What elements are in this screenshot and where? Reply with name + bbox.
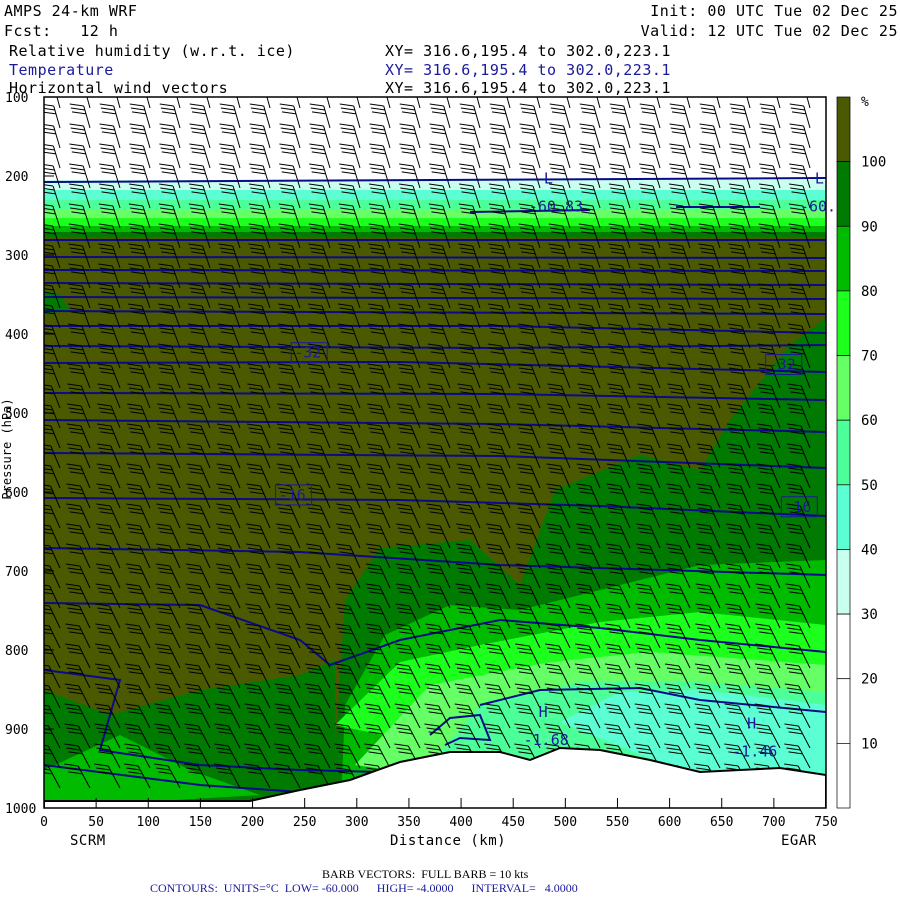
colorbar-label: 10 [861,736,878,752]
contour-extremum-value: -1.46 [732,743,777,761]
colorbar-label: 50 [861,478,878,494]
contour-label: -16 [784,498,811,516]
y-tick-label: 1000 [5,802,36,817]
contour-extremum-marker: L [544,170,553,188]
colorbar-bin [836,613,851,680]
cross-section-figure: AMPS 24-km WRF Init: 00 UTC Tue 02 Dec 2… [0,0,900,900]
y-tick-label: 800 [5,644,28,659]
barb-legend: BARB VECTORS: FULL BARB = 10 kts [322,867,529,881]
colorbar-label: 100 [861,155,886,171]
x-tick-label: 250 [293,815,316,830]
colorbar-unit: % [861,95,869,110]
colorbar-label: 70 [861,349,878,365]
x-tick-label: 350 [397,815,420,830]
left-endpoint: SCRM [70,833,106,849]
colorbar-label: 90 [861,219,878,235]
rh-band-40 [44,190,826,200]
rh-fill [44,97,826,808]
colorbar-bin [836,484,851,550]
x-tick-label: 0 [40,815,48,830]
contour-label: -32 [769,356,796,374]
y-tick-label: 200 [5,170,28,185]
x-tick-label: 700 [762,815,785,830]
x-tick-label: 450 [501,815,524,830]
colorbar: % 100 90 80 70 60 50 40 30 20 10 [836,95,886,809]
y-tick-label: 100 [5,91,28,106]
colorbar-label: 20 [861,672,878,688]
y-tick-label: 700 [5,565,28,580]
x-tick-label: 550 [606,815,629,830]
colorbar-bin [836,225,851,292]
colorbar-bin [836,549,851,615]
contour-label: -16 [279,486,306,504]
right-endpoint: EGAR [781,833,817,849]
x-tick-label: 50 [88,815,104,830]
x-tick-label: 750 [814,815,837,830]
y-tick-label: 400 [5,328,28,343]
contour-extremum-marker: H [747,715,756,733]
rh-band-60 [44,209,826,218]
temperature-contour [44,256,826,259]
contour-legend: CONTOURS: UNITS=°C LOW= -60.000 HIGH= -4… [150,881,578,895]
x-axis-title: Distance (km) [390,833,507,849]
x-tick-label: 150 [189,815,212,830]
colorbar-label: 80 [861,284,878,300]
colorbar-bin [836,419,851,486]
colorbar-bin [836,290,851,356]
colorbar-bin [836,161,851,227]
x-tick-label: 100 [137,815,160,830]
contour-extremum-marker: H [539,703,548,721]
colorbar-label: 30 [861,607,878,623]
plot-area: L-60.83L-60.8-32-32-16-16H-1.68H-1.46 05… [5,91,886,830]
y-axis-title: Pressure (hPa) [0,398,14,500]
colorbar-bin [836,355,851,421]
colorbar-bin [836,743,851,809]
temperature-contour [44,269,826,272]
y-tick-label: 900 [5,723,28,738]
contour-extremum-marker: L [815,170,824,188]
x-tick-label: 400 [449,815,472,830]
colorbar-bin [836,96,851,162]
colorbar-bin [836,678,851,744]
colorbar-label: 60 [861,413,878,429]
x-tick-label: 200 [241,815,264,830]
x-tick-label: 300 [345,815,368,830]
colorbar-label: 40 [861,542,878,558]
x-tick-label: 650 [710,815,733,830]
contour-extremum-value: -60.83 [529,198,583,216]
y-tick-label: 300 [5,249,28,264]
contour-label: -32 [294,344,321,362]
x-tick-label: 500 [554,815,577,830]
x-tick-label: 600 [658,815,681,830]
contour-extremum-value: -1.68 [524,731,569,749]
